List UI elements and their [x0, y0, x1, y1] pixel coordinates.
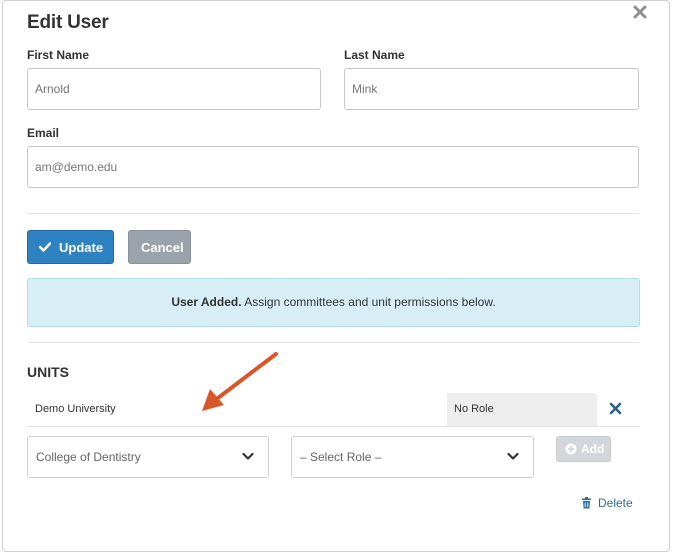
chevron-down-icon [507, 452, 519, 460]
success-alert: User Added. Assign committees and unit p… [27, 278, 640, 327]
cancel-button[interactable]: Cancel [128, 230, 191, 264]
chevron-down-icon [242, 452, 254, 460]
delete-label: Delete [598, 496, 633, 510]
close-icon[interactable] [633, 5, 649, 21]
role-select-value: – Select Role – [300, 450, 382, 464]
unit-role-cell: No Role [447, 393, 597, 426]
alert-strong: User Added. [171, 295, 242, 309]
unit-role: No Role [454, 403, 494, 415]
update-button-label: Update [59, 240, 104, 255]
cancel-button-label: Cancel [141, 240, 184, 255]
plus-circle-icon [565, 443, 577, 455]
alert-text: Assign committees and unit permissions b… [241, 295, 496, 309]
update-button[interactable]: Update [27, 230, 114, 264]
last-name-label: Last Name [344, 48, 405, 62]
units-heading: UNITS [27, 364, 69, 380]
add-button-label: Add [581, 442, 605, 456]
unit-name: Demo University [35, 403, 116, 415]
unit-row: Demo University No Role [27, 393, 640, 427]
remove-unit-icon[interactable] [609, 402, 625, 418]
divider [27, 213, 639, 214]
last-name-field[interactable]: Mink [344, 68, 639, 110]
unit-select-value: College of Dentistry [36, 450, 141, 464]
role-select[interactable]: – Select Role – [291, 436, 534, 478]
email-label: Email [27, 126, 60, 140]
checkmark-icon [39, 242, 51, 252]
add-button[interactable]: Add [556, 436, 611, 462]
first-name-label: First Name [27, 48, 90, 62]
edit-user-modal: Edit User First Name Arnold Last Name Mi… [2, 0, 670, 552]
email-field[interactable]: am@demo.edu [27, 146, 639, 188]
divider [27, 342, 639, 343]
annotation-arrow-icon [202, 352, 278, 411]
trash-icon [582, 497, 591, 509]
first-name-field[interactable]: Arnold [27, 68, 321, 110]
modal-title: Edit User [27, 12, 109, 33]
unit-select[interactable]: College of Dentistry [27, 436, 269, 478]
